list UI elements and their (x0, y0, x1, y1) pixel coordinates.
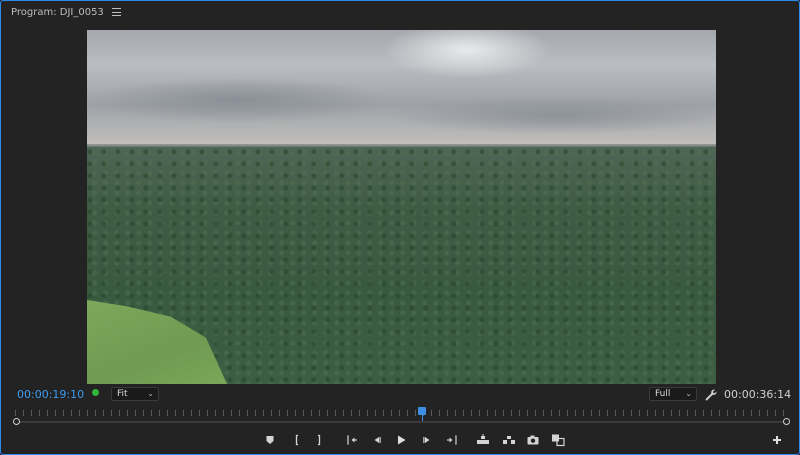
go-to-in-icon (347, 435, 357, 445)
zoom-level-select[interactable]: Fit ⌄ (111, 387, 159, 401)
plus-icon (773, 436, 781, 444)
panel-header: Program: DJI_0053 (1, 1, 799, 23)
comparison-view-button[interactable] (551, 433, 565, 447)
chevron-down-icon: ⌄ (685, 389, 692, 398)
step-back-icon (374, 437, 381, 443)
current-timecode[interactable]: 00:00:19:10 (17, 388, 84, 401)
video-preview[interactable] (87, 30, 716, 384)
playback-resolution-value: Full (655, 389, 671, 399)
zoom-level-value: Fit (117, 389, 128, 399)
go-to-out-icon (447, 435, 457, 445)
zoom-scrollbar-left-handle[interactable] (13, 418, 20, 425)
playhead[interactable] (417, 407, 426, 415)
go-to-out-button[interactable] (445, 433, 459, 447)
panel-title[interactable]: Program: DJI_0053 (11, 7, 104, 18)
step-back-button[interactable] (370, 433, 384, 447)
mark-out-button[interactable] (312, 433, 326, 447)
video-frame-sky (87, 30, 716, 146)
go-to-in-button[interactable] (345, 433, 359, 447)
mark-out-icon (318, 434, 321, 446)
hamburger-icon[interactable] (111, 8, 121, 16)
zoom-scrollbar[interactable] (17, 421, 787, 423)
lift-button[interactable] (476, 433, 490, 447)
add-marker-button[interactable] (263, 433, 277, 447)
zoom-scrollbar-right-handle[interactable] (783, 418, 790, 425)
lift-icon (477, 434, 489, 444)
mark-in-icon (295, 434, 298, 446)
step-forward-icon (423, 437, 430, 443)
program-monitor-panel: Program: DJI_0053 00:00:19:10 Fit ⌄ Full… (0, 0, 800, 455)
playback-resolution-select[interactable]: Full ⌄ (649, 387, 697, 401)
button-editor-button[interactable] (770, 433, 784, 447)
comparison-view-icon (552, 434, 565, 447)
wrench-icon[interactable] (704, 387, 718, 401)
chevron-down-icon: ⌄ (147, 389, 154, 398)
camera-icon (527, 435, 539, 445)
extract-icon (503, 436, 515, 444)
export-frame-button[interactable] (526, 433, 540, 447)
status-indicator (92, 389, 99, 396)
duration-timecode: 00:00:36:14 (724, 388, 792, 401)
time-ruler[interactable] (15, 410, 787, 416)
mark-in-button[interactable] (290, 433, 304, 447)
play-icon (398, 435, 406, 445)
step-forward-button[interactable] (420, 433, 434, 447)
extract-button[interactable] (502, 433, 516, 447)
marker-icon (266, 436, 274, 444)
play-button[interactable] (394, 433, 408, 447)
